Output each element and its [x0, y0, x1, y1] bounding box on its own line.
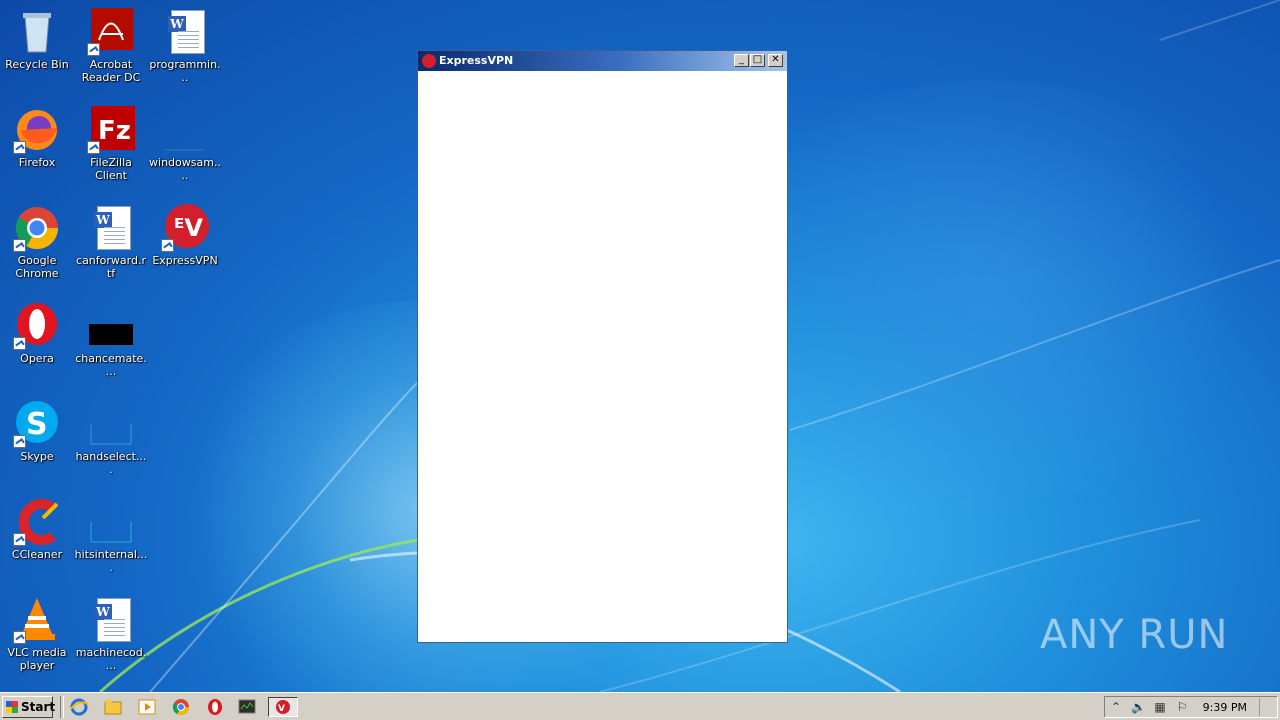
desktop-icon-acrobat[interactable]: Acrobat Reader DC [74, 8, 148, 84]
shortcut-arrow-icon [13, 239, 26, 252]
expressvpn-icon: ᴱV [161, 204, 209, 252]
desktop-icon-recycle-bin[interactable]: Recycle Bin [0, 8, 74, 71]
desktop-icon-windowsam[interactable]: windowsam.... [148, 106, 222, 182]
word-doc-icon: W [87, 204, 135, 252]
firefox-icon [13, 106, 61, 154]
window-titlebar[interactable]: ExpressVPN _ □ ✕ [418, 51, 787, 71]
shortcut-arrow-icon [87, 43, 100, 56]
skype-icon: S [13, 400, 61, 448]
desktop-icon-expressvpn[interactable]: ᴱV ExpressVPN [148, 204, 222, 267]
svg-text:S: S [26, 407, 48, 442]
expressvpn-taskbar-button[interactable]: V [268, 697, 298, 717]
desktop-icon-machinecod[interactable]: W machinecod.... [74, 596, 148, 672]
shortcut-arrow-icon [161, 239, 174, 252]
desktop-icon-skype[interactable]: S Skype [0, 400, 74, 463]
svg-text:V: V [278, 704, 285, 714]
recycle-bin-icon [13, 8, 61, 56]
system-tray: ⌃ 🔈 ▦ ⚐ 9:39 PM [1104, 696, 1278, 718]
desktop-icon-handselect[interactable]: handselect.... [74, 400, 148, 476]
expressvpn-icon [422, 54, 436, 68]
shortcut-arrow-icon [13, 631, 26, 644]
desktop-icon-chancemate[interactable]: chancemate.... [74, 302, 148, 378]
svg-text:ᴱV: ᴱV [174, 214, 203, 242]
opera-icon [13, 302, 61, 350]
word-doc-icon: W [87, 596, 135, 644]
vlc-icon [13, 596, 61, 644]
window-title: ExpressVPN [439, 54, 514, 67]
close-button[interactable]: ✕ [768, 54, 783, 67]
expressvpn-window[interactable]: ExpressVPN _ □ ✕ [417, 50, 788, 643]
taskbar-separator [60, 696, 64, 718]
volume-icon[interactable]: 🔈 [1131, 700, 1146, 714]
clock[interactable]: 9:39 PM [1203, 701, 1247, 714]
desktop-icon-ccleaner[interactable]: CCleaner [0, 498, 74, 561]
chrome-icon [13, 204, 61, 252]
ccleaner-icon [13, 498, 61, 546]
windows-logo-icon [6, 701, 18, 713]
start-button[interactable]: Start [2, 696, 56, 718]
action-center-flag-icon[interactable]: ⚐ [1175, 700, 1189, 714]
task-manager-taskbar-icon[interactable] [236, 697, 258, 717]
media-player-taskbar-icon[interactable] [136, 697, 158, 717]
ie-taskbar-icon[interactable] [68, 697, 90, 717]
chrome-taskbar-icon[interactable] [170, 697, 192, 717]
desktop-icon-programming-doc[interactable]: W programmin... [148, 8, 222, 84]
desktop: Recycle Bin Acrobat Reader DC W programm… [0, 0, 1280, 692]
explorer-taskbar-icon[interactable] [102, 697, 124, 717]
shortcut-arrow-icon [87, 141, 100, 154]
maximize-button[interactable]: □ [750, 54, 765, 67]
desktop-icon-opera[interactable]: Opera [0, 302, 74, 365]
desktop-icon-vlc[interactable]: VLC media player [0, 596, 74, 672]
shortcut-arrow-icon [13, 435, 26, 448]
shortcut-arrow-icon [13, 141, 26, 154]
black-file-icon [87, 302, 135, 350]
shortcut-arrow-icon [13, 337, 26, 350]
desktop-icon-hitsinternal[interactable]: hitsinternal.... [74, 498, 148, 574]
desktop-icon-google-chrome[interactable]: Google Chrome [0, 204, 74, 280]
show-desktop-button[interactable] [1259, 698, 1274, 716]
anyrun-watermark: ANY RUN [1040, 612, 1229, 658]
window-content [420, 71, 785, 640]
svg-text:Fz: Fz [98, 116, 131, 146]
word-doc-icon: W [161, 8, 209, 56]
desktop-icon-filezilla[interactable]: Fz FileZilla Client [74, 106, 148, 182]
opera-taskbar-icon[interactable] [204, 697, 226, 717]
desktop-icon-canforward[interactable]: W canforward.rtf [74, 204, 148, 280]
minimize-button[interactable]: _ [734, 54, 749, 67]
desktop-icon-firefox[interactable]: Firefox [0, 106, 74, 169]
start-label: Start [21, 700, 56, 714]
blank-file-icon [87, 400, 135, 448]
network-icon[interactable]: ▦ [1153, 700, 1167, 714]
blank-file-icon [87, 498, 135, 546]
acrobat-icon [87, 8, 135, 56]
show-hidden-icons-icon[interactable]: ⌃ [1109, 700, 1123, 714]
taskbar: Start V ⌃ 🔈 ▦ ⚐ 9:39 PM [0, 692, 1280, 720]
blank-file-icon [161, 106, 209, 154]
filezilla-icon: Fz [87, 106, 135, 154]
shortcut-arrow-icon [13, 533, 26, 546]
